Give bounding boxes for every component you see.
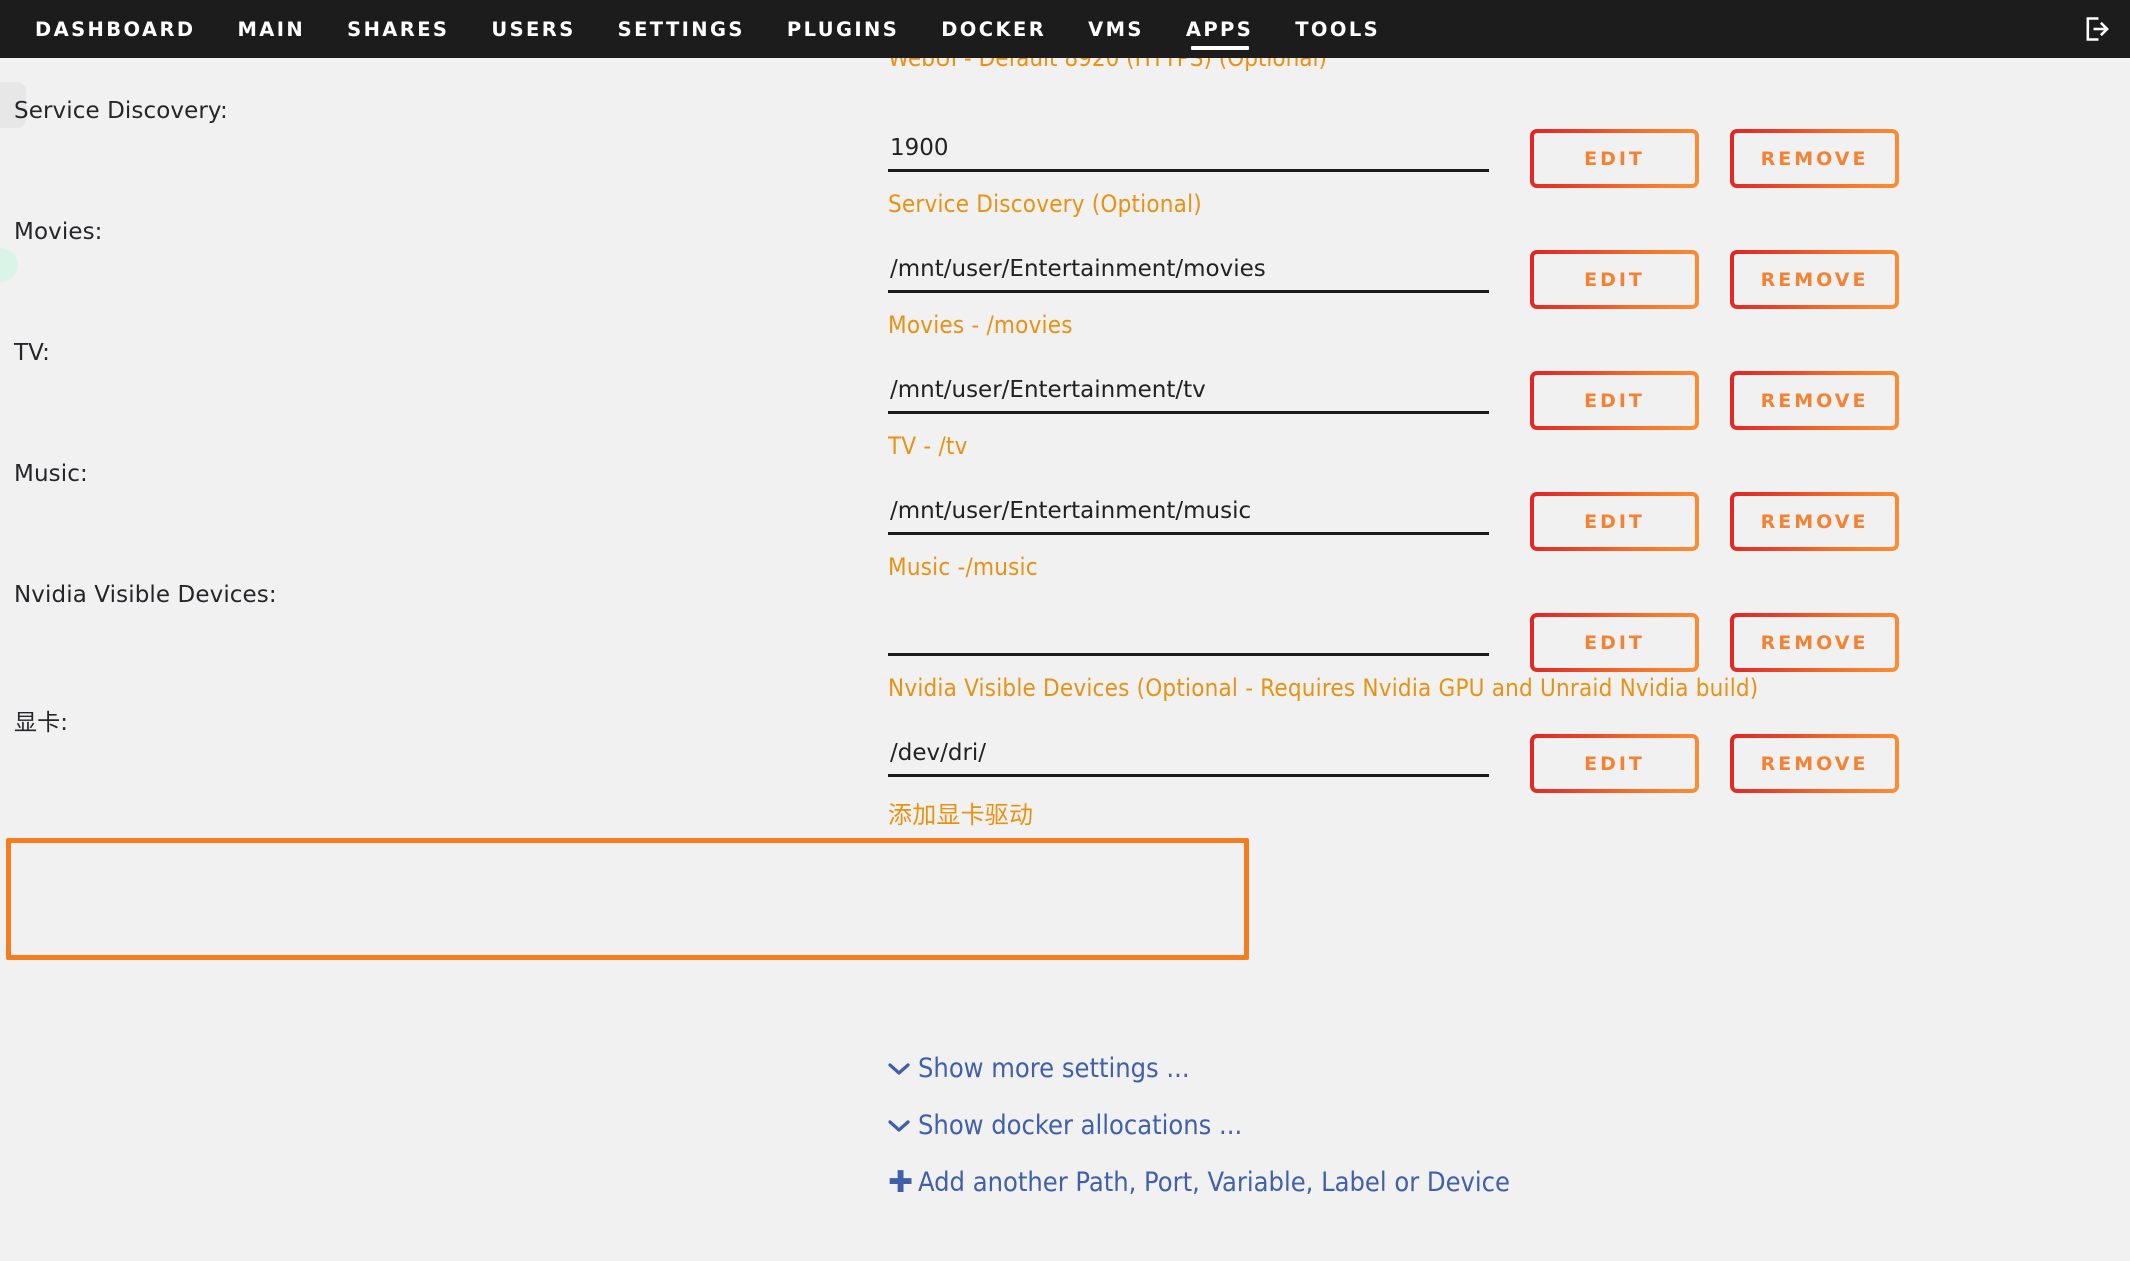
nav-tools[interactable]: TOOLS [1274, 0, 1401, 58]
top-navigation-bar: DASHBOARD MAIN SHARES USERS SETTINGS PLUGINS D… [0, 0, 2130, 58]
chevron-down-icon [888, 1062, 918, 1076]
nav-item-label: VMS [1088, 17, 1144, 41]
remove-button[interactable]: REMOVE [1730, 492, 1899, 551]
nav-item-label: MAIN [237, 17, 306, 41]
row-actions: EDIT REMOVE [1530, 613, 1899, 672]
plus-icon: ✚ [888, 1164, 914, 1200]
nav-plugins[interactable]: PLUGINS [766, 0, 920, 58]
edit-button[interactable]: EDIT [1530, 250, 1699, 309]
nav-item-label: PLUGINS [786, 17, 900, 41]
show-docker-allocations-link[interactable]: Show docker allocations ... [888, 1097, 1510, 1154]
nav-list: DASHBOARD MAIN SHARES USERS SETTINGS PLUGINS D… [0, 0, 1401, 58]
setting-value-input[interactable] [888, 493, 1489, 535]
nav-vms[interactable]: VMS [1067, 0, 1165, 58]
nav-item-label: APPS [1185, 17, 1254, 41]
nav-item-label: SETTINGS [617, 17, 745, 41]
setting-row-label: Music: [14, 461, 88, 487]
row-actions: EDIT REMOVE [1530, 129, 1899, 188]
setting-row-label: Service Discovery: [14, 98, 228, 124]
setting-value-input[interactable] [888, 735, 1489, 777]
nav-item-label: TOOLS [1295, 17, 1381, 41]
setting-row-label: Nvidia Visible Devices: [14, 582, 277, 608]
setting-row-label: Movies: [14, 219, 103, 245]
row-actions: EDIT REMOVE [1530, 734, 1899, 793]
row-actions: EDIT REMOVE [1530, 492, 1899, 551]
nav-main[interactable]: MAIN [216, 0, 326, 58]
edit-button[interactable]: EDIT [1530, 129, 1699, 188]
add-another-link[interactable]: ✚ Add another Path, Port, Variable, Label… [888, 1154, 1510, 1211]
nav-docker[interactable]: DOCKER [920, 0, 1067, 58]
remove-button[interactable]: REMOVE [1730, 613, 1899, 672]
setting-help-text: 添加显卡驱动 [888, 801, 1034, 829]
link-label: Add another Path, Port, Variable, Label … [918, 1167, 1510, 1198]
nav-item-label: SHARES [347, 17, 450, 41]
nav-item-label: DASHBOARD [35, 17, 196, 41]
remove-button[interactable]: REMOVE [1730, 250, 1899, 309]
setting-value-input[interactable] [888, 251, 1489, 293]
edit-button[interactable]: EDIT [1530, 371, 1699, 430]
setting-value-input[interactable] [888, 372, 1489, 414]
nav-settings[interactable]: SETTINGS [597, 0, 766, 58]
setting-value-input[interactable] [888, 130, 1489, 172]
nav-dashboard[interactable]: DASHBOARD [14, 0, 216, 58]
link-label: Show more settings ... [918, 1053, 1190, 1084]
show-more-settings-link[interactable]: Show more settings ... [888, 1040, 1510, 1097]
setting-row-label: 显卡: [14, 710, 69, 736]
row-actions: EDIT REMOVE [1530, 250, 1899, 309]
edit-button[interactable]: EDIT [1530, 734, 1699, 793]
remove-button[interactable]: REMOVE [1730, 371, 1899, 430]
setting-row-label: TV: [14, 340, 50, 366]
logout-icon[interactable] [2078, 11, 2114, 47]
row-actions: EDIT REMOVE [1530, 371, 1899, 430]
remove-button[interactable]: REMOVE [1730, 734, 1899, 793]
edit-button[interactable]: EDIT [1530, 613, 1699, 672]
chevron-down-icon [888, 1119, 918, 1133]
remove-button[interactable]: REMOVE [1730, 129, 1899, 188]
nav-item-label: USERS [491, 17, 576, 41]
nav-apps[interactable]: APPS [1165, 0, 1274, 58]
nav-shares[interactable]: SHARES [326, 0, 470, 58]
link-label: Show docker allocations ... [918, 1110, 1243, 1141]
edit-button[interactable]: EDIT [1530, 492, 1699, 551]
setting-field: 添加显卡驱动 [888, 735, 1489, 830]
setting-value-input[interactable] [888, 614, 1489, 656]
form-footer-links: Show more settings ... Show docker alloca… [888, 1040, 1510, 1211]
nav-users[interactable]: USERS [470, 0, 596, 58]
nav-item-label: DOCKER [941, 17, 1047, 41]
setting-row: 显卡: 添加显卡驱动 EDIT REMOVE [0, 677, 2130, 841]
